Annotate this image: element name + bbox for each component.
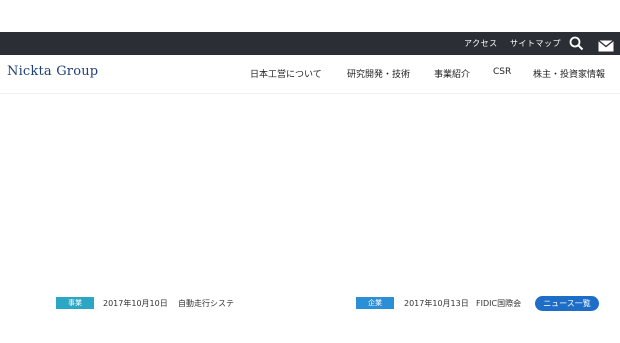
news-list-button[interactable]: ニュース一覧 [535,296,599,311]
news-title-link[interactable]: FIDIC国際会 [476,298,521,309]
site-logo[interactable]: Nickta Group [7,64,98,79]
nav-ir[interactable]: 株主・投資家情報 [533,67,605,80]
utility-bar: アクセス サイトマップ [0,32,620,55]
nav-rnd[interactable]: 研究開発・技術 [347,67,410,80]
access-link[interactable]: アクセス [464,38,498,49]
nav-about[interactable]: 日本工営について [250,67,322,80]
news-ticker: 事業 2017年10月10日 自動走行システ 企業 2017年10月13日 FI… [0,296,620,311]
news-date: 2017年10月10日 [103,299,168,308]
nav-business[interactable]: 事業紹介 [434,67,470,80]
mail-icon[interactable] [598,37,614,56]
news-title-link[interactable]: 自動走行システ [178,298,234,309]
news-date: 2017年10月13日 [404,299,469,308]
nav-csr[interactable]: CSR [493,67,511,77]
site-header: Nickta Group 日本工営について 研究開発・技術 事業紹介 CSR 株… [0,55,620,94]
sitemap-link[interactable]: サイトマップ [510,38,561,49]
news-category-badge: 事業 [56,297,94,309]
news-category-badge: 企業 [356,297,394,309]
search-icon[interactable] [569,36,584,55]
